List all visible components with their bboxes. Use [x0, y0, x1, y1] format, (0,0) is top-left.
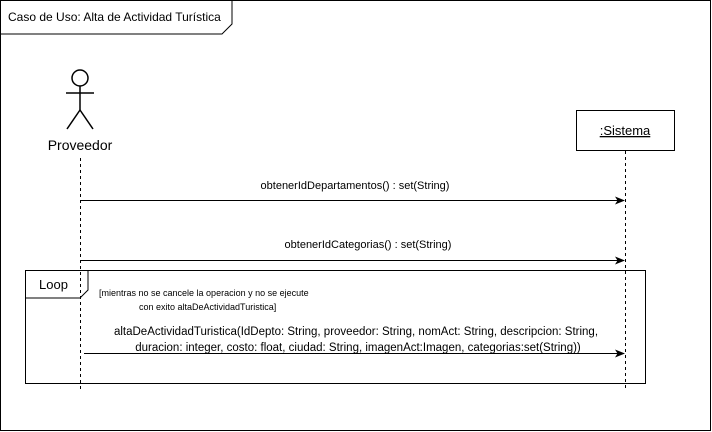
system-label: :Sistema	[600, 123, 651, 138]
sequence-diagram: Caso de Uso: Alta de Actividad Turística…	[0, 0, 711, 431]
actor-label: Proveedor	[48, 137, 113, 153]
lifeline-sistema-head: :Sistema	[576, 110, 675, 151]
message-1-label: obtenerIdDepartamentos() : set(String)	[261, 180, 450, 192]
loop-label: Loop	[39, 277, 68, 292]
frame-title: Caso de Uso: Alta de Actividad Turística	[8, 10, 221, 24]
actor-head-icon	[71, 69, 89, 87]
message-2-label: obtenerIdCategorias() : set(String)	[285, 239, 452, 251]
loop-guard-line-2: con exito altaDeActividadTuristica]	[139, 302, 276, 312]
frame-border	[0, 0, 711, 431]
message-3-label-line-2: duracion: integer, costo: float, ciudad:…	[135, 342, 581, 354]
loop-guard-line-1: [mientras no se cancele la operacion y n…	[99, 288, 309, 298]
message-3-label-line-1: altaDeActividadTuristica(IdDepto: String…	[114, 326, 598, 338]
